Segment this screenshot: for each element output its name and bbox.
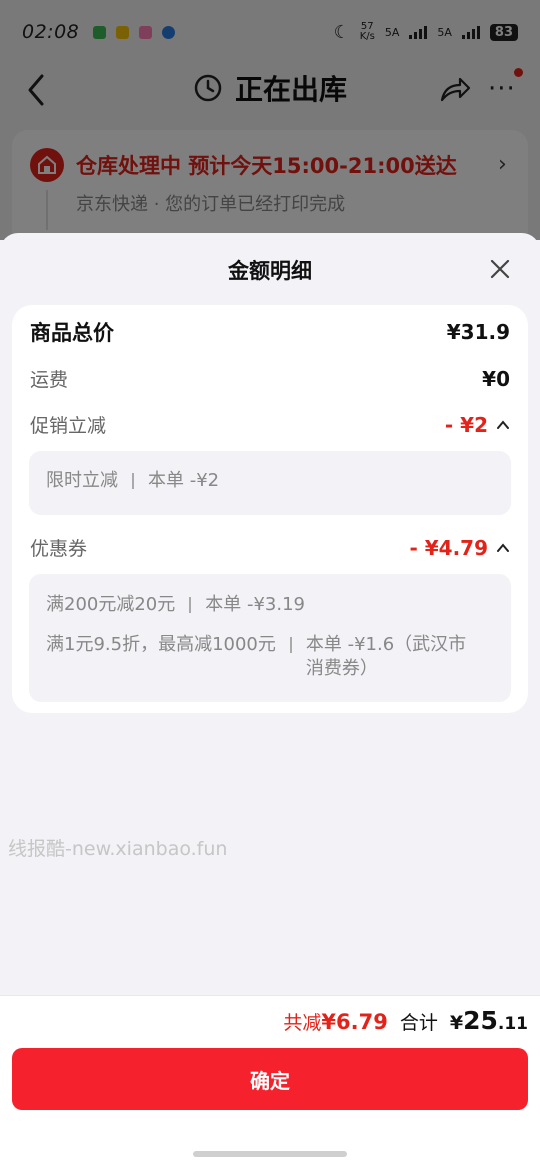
coupon-value: - ¥4.79	[409, 535, 488, 560]
total-amount: ¥25.11	[449, 1006, 528, 1035]
chevron-up-icon[interactable]	[496, 541, 510, 555]
chevron-up-icon[interactable]	[496, 418, 510, 432]
total-saved: 共减¥6.79	[283, 1010, 388, 1034]
divider	[289, 637, 292, 653]
goods-total-row: 商品总价 ¥31.9	[30, 317, 510, 347]
promotion-detail-box: 限时立减 本单 -¥2	[29, 451, 511, 515]
sheet-title: 金额明细	[228, 259, 312, 283]
goods-total-label: 商品总价	[30, 321, 114, 345]
promotion-item-detail: 本单 -¥2	[148, 470, 220, 491]
promotion-row[interactable]: 促销立减 - ¥2	[30, 411, 510, 438]
coupon-item-name: 满200元减20元	[46, 594, 176, 615]
shipping-label: 运费	[30, 369, 69, 391]
shipping-value: ¥0	[482, 366, 510, 391]
divider	[132, 473, 134, 489]
amount-detail-sheet: 金额明细 商品总价 ¥31.9 运费 ¥0 促销立减 - ¥2 限时立减 本单 …	[0, 233, 540, 1165]
watermark-text: 线报酷-new.xianbao.fun	[8, 838, 228, 860]
promotion-label: 促销立减	[30, 415, 107, 437]
confirm-button[interactable]: 确定	[12, 1048, 528, 1110]
close-icon[interactable]	[484, 253, 516, 285]
goods-total-value: ¥31.9	[446, 320, 510, 344]
sheet-footer: 共减¥6.79 合计 ¥25.11 确定	[0, 995, 540, 1165]
coupon-label: 优惠券	[30, 538, 88, 560]
promotion-value: - ¥2	[444, 412, 488, 437]
divider	[189, 597, 192, 613]
total-label: 合计	[399, 1012, 438, 1034]
promotion-item-name: 限时立减	[46, 470, 118, 491]
coupon-detail-box: 满200元减20元 本单 -¥3.19 满1元9.5折，最高减1000元 本单 …	[29, 574, 511, 702]
home-indicator[interactable]	[193, 1151, 347, 1157]
coupon-item: 满200元减20元 本单 -¥3.19	[46, 593, 305, 617]
shipping-row: 运费 ¥0	[30, 365, 510, 392]
coupon-row[interactable]: 优惠券 - ¥4.79	[30, 534, 510, 561]
coupon-item: 满1元9.5折，最高减1000元 本单 -¥1.6（武汉市消费券）	[46, 633, 476, 681]
coupon-item-detail: 本单 -¥1.6（武汉市消费券）	[305, 634, 467, 679]
promotion-item: 限时立减 本单 -¥2	[46, 469, 219, 493]
amount-detail-card: 商品总价 ¥31.9 运费 ¥0 促销立减 - ¥2 限时立减 本单 -¥2 优…	[12, 305, 528, 713]
coupon-item-detail: 本单 -¥3.19	[205, 594, 306, 615]
sheet-header: 金额明细	[0, 233, 540, 303]
coupon-item-name: 满1元9.5折，最高减1000元	[46, 634, 276, 655]
price-summary: 共减¥6.79 合计 ¥25.11	[283, 1006, 528, 1035]
dim-overlay[interactable]	[0, 0, 540, 240]
